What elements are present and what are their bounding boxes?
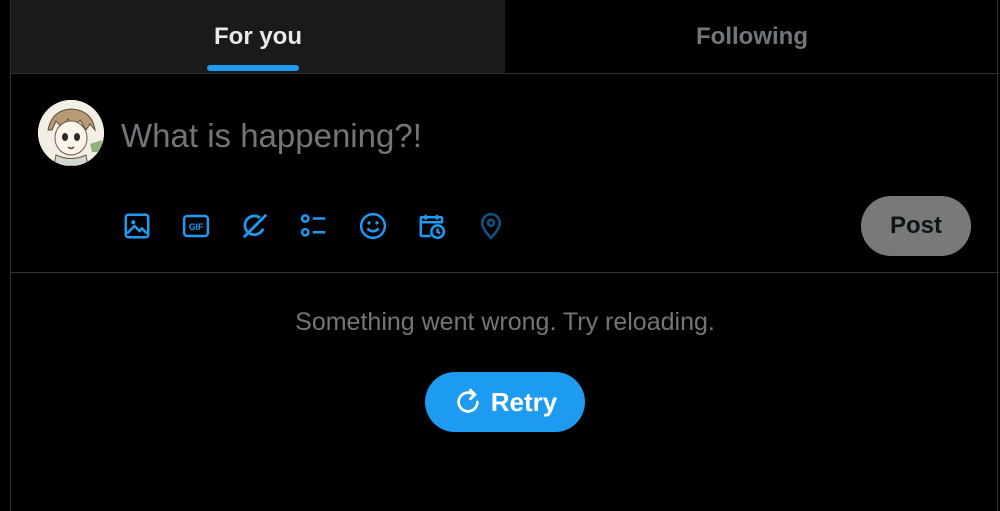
add-gif-button[interactable]: GIF — [181, 209, 240, 243]
schedule-icon — [419, 214, 446, 240]
tab-following[interactable]: Following — [505, 0, 999, 73]
retry-button[interactable]: Retry — [425, 372, 585, 432]
retry-label: Retry — [490, 386, 558, 417]
post-composer: GIF — [11, 74, 999, 273]
tab-label: For you — [214, 22, 302, 50]
poll-icon — [300, 214, 326, 237]
grok-button[interactable] — [240, 209, 299, 243]
gif-icon: GIF — [182, 214, 210, 238]
add-media-button[interactable] — [122, 209, 181, 243]
schedule-post-button[interactable] — [417, 209, 476, 243]
svg-text:GIF: GIF — [189, 222, 204, 232]
add-emoji-button[interactable] — [358, 209, 417, 243]
tag-location-button[interactable] — [476, 209, 535, 243]
post-text-input[interactable] — [121, 114, 821, 158]
error-message: Something went wrong. Try reloading. — [295, 308, 715, 336]
refresh-icon — [457, 388, 479, 413]
image-icon — [124, 213, 150, 239]
timeline-tabs: For you Following — [11, 0, 999, 74]
composer-toolbar: GIF — [122, 209, 535, 243]
grok-icon — [242, 213, 268, 239]
avatar[interactable] — [38, 100, 104, 166]
post-button[interactable]: Post — [861, 196, 971, 256]
tab-label: Following — [696, 22, 808, 50]
emoji-icon — [359, 212, 387, 240]
tab-for-you[interactable]: For you — [11, 0, 505, 73]
location-icon — [480, 212, 502, 240]
active-tab-indicator — [207, 65, 299, 71]
add-poll-button[interactable] — [299, 209, 358, 243]
timeline-column: For you Following What is happening?! GI… — [10, 0, 999, 511]
